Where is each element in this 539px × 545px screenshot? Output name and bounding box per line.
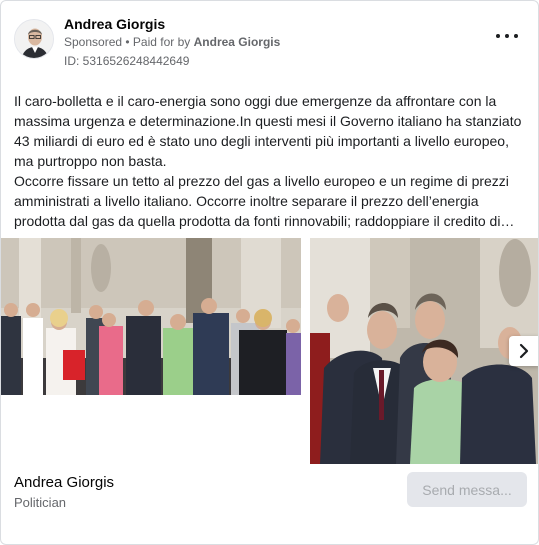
group-photo-closeup — [310, 238, 538, 464]
page-category: Politician — [14, 495, 67, 510]
paid-for-name[interactable]: Andrea Giorgis — [194, 35, 281, 49]
image-carousel[interactable] — [1, 238, 538, 464]
body-line: ma purtroppo non basta. — [14, 153, 167, 169]
ad-card: Andrea Giorgis Sponsored • Paid for by A… — [0, 0, 539, 545]
body-line: Occorre fissare un tetto al prezzo del g… — [14, 173, 509, 189]
paid-for-prefix: • Paid for by — [122, 35, 194, 49]
chevron-right-icon — [519, 343, 529, 359]
profile-photo — [15, 20, 53, 58]
send-message-button[interactable]: Send messa... — [407, 472, 527, 507]
group-photo — [1, 238, 301, 395]
page-name[interactable]: Andrea Giorgis — [14, 474, 114, 491]
post-author[interactable]: Andrea Giorgis — [64, 16, 165, 32]
carousel-photo-2[interactable] — [310, 238, 538, 464]
sponsored-label: Sponsored — [64, 35, 123, 49]
body-line: massima urgenza e determinazione.In ques… — [14, 113, 522, 129]
ad-id: ID: 5316526248442649 — [64, 54, 190, 68]
body-line: amministrati a livello italiano. Occorre… — [14, 193, 479, 209]
sponsored-meta: Sponsored • Paid for by Andrea Giorgis — [64, 35, 280, 49]
carousel-next-button[interactable] — [509, 336, 538, 366]
body-line: Il caro-bolletta e il caro-energia sono … — [14, 93, 497, 109]
body-line: 43 miliardi di euro ed è stato uno degli… — [14, 133, 509, 149]
body-line: prodotta dal gas da quella prodotta da f… — [14, 213, 515, 229]
more-options-icon[interactable] — [496, 29, 518, 43]
post-body: Il caro-bolletta e il caro-energia sono … — [14, 91, 527, 231]
carousel-photo-1[interactable] — [1, 238, 301, 395]
avatar[interactable] — [14, 19, 54, 59]
